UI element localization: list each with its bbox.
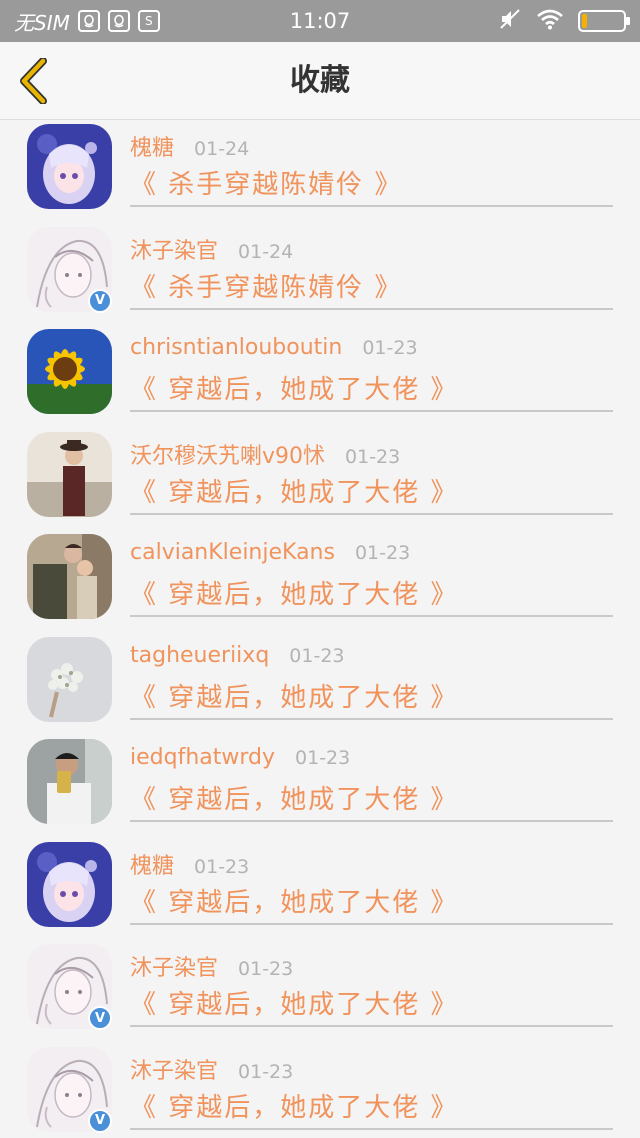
avatar[interactable] (27, 431, 112, 517)
qq-icon (107, 10, 130, 32)
book-title[interactable]: 《 杀手穿越陈婧伶 》 (130, 267, 403, 304)
divider (130, 717, 613, 720)
date: 01-23 (238, 1060, 294, 1083)
divider (130, 205, 613, 207)
mute-icon (498, 7, 522, 36)
favorite-item[interactable]: V 沐子染官 01-23 《 穿越后，她成了大佬 》 (0, 940, 640, 1043)
username[interactable]: chrisntianlouboutin (130, 335, 342, 360)
battery-icon (578, 10, 630, 32)
book-title[interactable]: 《 穿越后，她成了大佬 》 (130, 369, 459, 406)
avatar[interactable] (27, 739, 112, 824)
date: 01-23 (194, 855, 250, 878)
avatar[interactable] (27, 841, 112, 927)
s-icon: S (137, 10, 160, 32)
chevron-left-icon (20, 58, 47, 104)
name-line: 沐子染官 01-23 (130, 1053, 293, 1085)
name-line: 槐糖 01-24 (130, 130, 249, 162)
name-line: 沃尔穆沃艽喇v90怵 01-23 (130, 438, 400, 470)
verified-badge-icon: V (88, 1108, 112, 1133)
divider (130, 512, 613, 515)
username[interactable]: 沐子染官 (130, 950, 218, 982)
wifi-icon (536, 8, 564, 35)
favorite-item[interactable]: V 沐子染官 01-23 《 穿越后，她成了大佬 》 (0, 1043, 640, 1138)
date: 01-24 (238, 240, 294, 263)
favorite-item[interactable]: V 沐子染官 01-24 《 杀手穿越陈婧伶 》 (0, 223, 640, 326)
name-line: chrisntianlouboutin 01-23 (130, 335, 418, 367)
favorite-item[interactable]: 沃尔穆沃艽喇v90怵 01-23 《 穿越后，她成了大佬 》 (0, 428, 640, 531)
avatar[interactable] (27, 329, 112, 414)
qq-icon (77, 10, 100, 32)
name-line: calvianKleinjeKans 01-23 (130, 540, 410, 572)
divider (130, 1025, 613, 1027)
username[interactable]: iedqfhatwrdy (130, 745, 275, 770)
book-title[interactable]: 《 穿越后，她成了大佬 》 (130, 882, 459, 919)
carrier-label: 无SIM (14, 10, 70, 35)
status-bar: 无SIM S 11:07 (0, 0, 640, 42)
username[interactable]: 沐子染官 (130, 233, 218, 265)
battery-level (582, 14, 587, 28)
name-line: iedqfhatwrdy 01-23 (130, 745, 350, 777)
book-title[interactable]: 《 穿越后，她成了大佬 》 (130, 574, 459, 611)
name-line: tagheueriixq 01-23 (130, 643, 345, 675)
name-line: 沐子染官 01-24 (130, 233, 293, 265)
back-button[interactable] (14, 56, 54, 106)
book-title[interactable]: 《 穿越后，她成了大佬 》 (130, 1087, 459, 1124)
favorite-item[interactable]: calvianKleinjeKans 01-23 《 穿越后，她成了大佬 》 (0, 530, 640, 633)
avatar[interactable] (27, 534, 112, 619)
favorites-list: 槐糖 01-24 《 杀手穿越陈婧伶 》 V 沐子染官 01-24 《 杀手穿越陈婧伶 》 c… (0, 120, 640, 1138)
username[interactable]: 沃尔穆沃艽喇v90怵 (130, 438, 325, 470)
username[interactable]: 沐子染官 (130, 1053, 218, 1085)
avatar[interactable] (27, 124, 112, 209)
date: 01-23 (295, 747, 351, 769)
date: 01-23 (354, 542, 411, 564)
book-title[interactable]: 《 穿越后，她成了大佬 》 (130, 779, 459, 816)
avatar[interactable] (27, 636, 112, 722)
username[interactable]: 槐糖 (130, 848, 174, 880)
divider (130, 922, 613, 925)
divider (130, 615, 613, 617)
date: 01-24 (194, 138, 250, 160)
name-line: 沐子染官 01-23 (130, 950, 293, 982)
divider (130, 1127, 613, 1130)
date: 01-23 (345, 445, 401, 468)
date: 01-23 (289, 644, 345, 667)
favorite-item[interactable]: 槐糖 01-24 《 杀手穿越陈婧伶 》 (0, 120, 640, 223)
date: 01-23 (362, 337, 418, 359)
status-left: 无SIM S (14, 7, 160, 36)
verified-badge-icon: V (88, 288, 112, 313)
favorite-item[interactable]: 槐糖 01-23 《 穿越后，她成了大佬 》 (0, 838, 640, 941)
favorite-item[interactable]: tagheueriixq 01-23 《 穿越后，她成了大佬 》 (0, 633, 640, 736)
divider (130, 307, 613, 310)
nav-bar: 收藏 (0, 42, 640, 120)
divider (130, 410, 613, 412)
book-title[interactable]: 《 穿越后，她成了大佬 》 (130, 677, 459, 714)
page-title: 收藏 (290, 63, 350, 98)
favorite-item[interactable]: iedqfhatwrdy 01-23 《 穿越后，她成了大佬 》 (0, 735, 640, 838)
date: 01-23 (238, 958, 294, 980)
status-right (498, 7, 630, 36)
verified-badge-icon: V (88, 1006, 112, 1030)
username[interactable]: calvianKleinjeKans (130, 540, 335, 565)
favorite-item[interactable]: chrisntianlouboutin 01-23 《 穿越后，她成了大佬 》 (0, 325, 640, 428)
book-title[interactable]: 《 杀手穿越陈婧伶 》 (130, 164, 403, 201)
username[interactable]: tagheueriixq (130, 643, 269, 668)
divider (130, 820, 613, 822)
username[interactable]: 槐糖 (130, 130, 174, 162)
book-title[interactable]: 《 穿越后，她成了大佬 》 (130, 984, 459, 1021)
book-title[interactable]: 《 穿越后，她成了大佬 》 (130, 472, 459, 509)
name-line: 槐糖 01-23 (130, 848, 249, 880)
